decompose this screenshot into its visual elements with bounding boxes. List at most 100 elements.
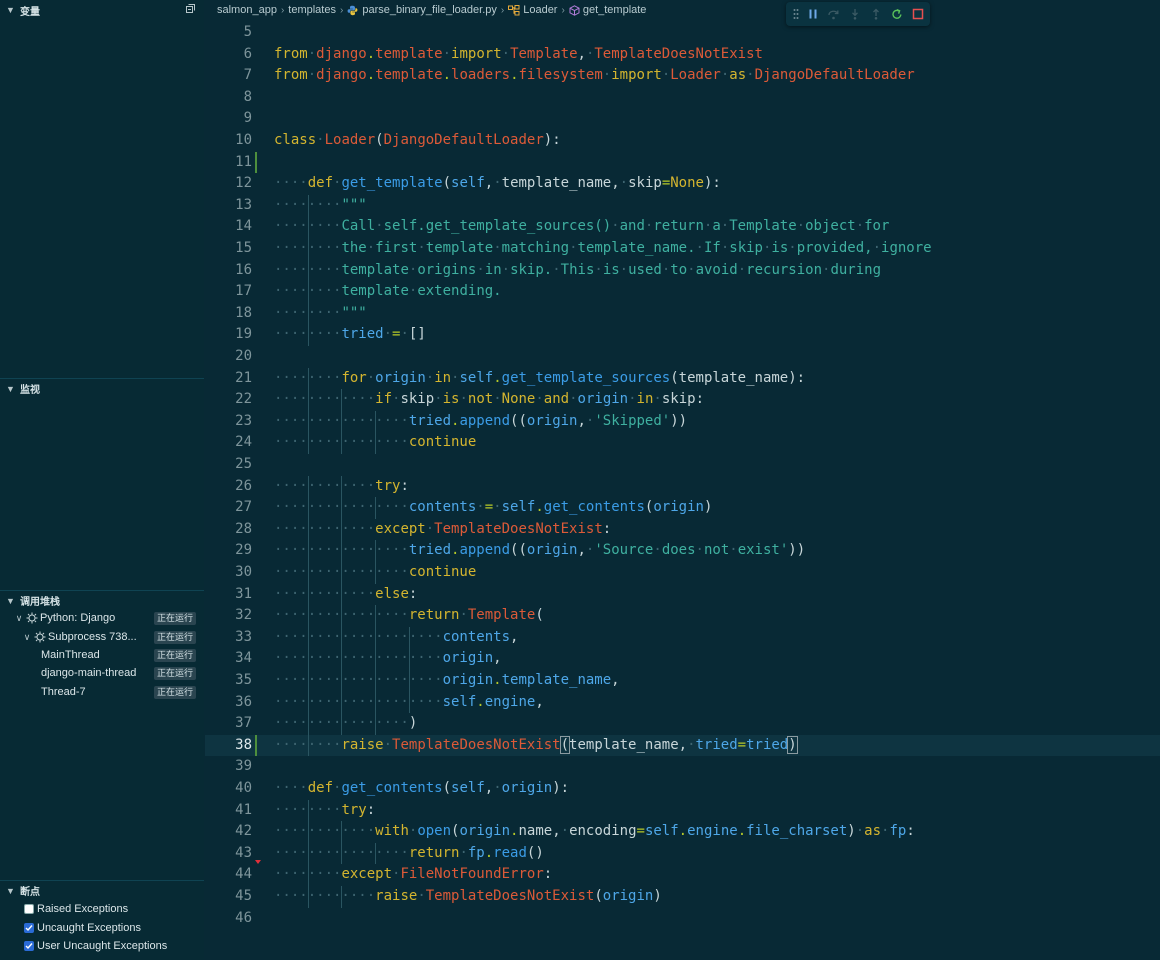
- callstack-item-session[interactable]: ∨ Python: Django 正在运行: [0, 609, 204, 627]
- line-number[interactable]: 8: [205, 87, 252, 109]
- code-line[interactable]: 37 ················): [205, 713, 1160, 735]
- code-line[interactable]: 18 ········""": [205, 302, 1160, 325]
- code-line[interactable]: 13 ········""": [205, 194, 1160, 217]
- line-number[interactable]: 12: [205, 173, 252, 195]
- breakpoint-user-uncaught-exceptions[interactable]: User Uncaught Exceptions: [24, 937, 167, 955]
- code-line[interactable]: 20: [205, 346, 1160, 368]
- line-number[interactable]: 7: [205, 65, 252, 87]
- line-number[interactable]: 25: [205, 454, 252, 476]
- collapse-all-icon[interactable]: [185, 3, 196, 14]
- line-number[interactable]: 32: [205, 605, 252, 627]
- checkbox-unchecked[interactable]: [24, 904, 34, 914]
- line-number[interactable]: 34: [205, 648, 252, 670]
- line-number[interactable]: 45: [205, 886, 252, 908]
- line-number[interactable]: 14: [205, 216, 252, 238]
- code-line[interactable]: 46: [205, 908, 1160, 930]
- line-number[interactable]: 18: [205, 303, 252, 325]
- line-number[interactable]: 6: [205, 44, 252, 66]
- code-line[interactable]: 34 ····················origin,: [205, 648, 1160, 670]
- code-line[interactable]: 45 ············raise·TemplateDoesNotExist…: [205, 886, 1160, 908]
- code-line[interactable]: 28 ············except·TemplateDoesNotExis…: [205, 518, 1160, 541]
- code-line[interactable]: 42 ············with·open(origin.name,·enc…: [205, 821, 1160, 843]
- line-number[interactable]: 46: [205, 908, 252, 930]
- line-number[interactable]: 19: [205, 324, 252, 346]
- line-number[interactable]: 24: [205, 432, 252, 454]
- line-number[interactable]: 44: [205, 864, 252, 886]
- code-line[interactable]: 9: [205, 108, 1160, 130]
- code-line[interactable]: 41 ········try:: [205, 799, 1160, 822]
- line-number[interactable]: 30: [205, 562, 252, 584]
- line-number[interactable]: 28: [205, 519, 252, 541]
- line-number[interactable]: 39: [205, 756, 252, 778]
- line-number[interactable]: 40: [205, 778, 252, 800]
- line-number[interactable]: 29: [205, 540, 252, 562]
- breakpoint-raised-exceptions[interactable]: Raised Exceptions: [24, 900, 128, 918]
- line-number[interactable]: 41: [205, 800, 252, 822]
- line-number[interactable]: 22: [205, 389, 252, 411]
- variables-section-header[interactable]: ▼ 变量: [0, 0, 204, 20]
- code-line[interactable]: 36 ····················self.engine,: [205, 691, 1160, 714]
- line-number[interactable]: 26: [205, 476, 252, 498]
- code-line[interactable]: 27 ················contents·=·self.get_co…: [205, 497, 1160, 519]
- code-line[interactable]: 5: [205, 22, 1160, 44]
- breakpoint-uncaught-exceptions[interactable]: Uncaught Exceptions: [24, 919, 141, 937]
- code-line[interactable]: 11: [205, 151, 1160, 174]
- code-line[interactable]: 44 ········except·FileNotFoundError:: [205, 860, 1160, 886]
- code-line[interactable]: 33 ····················contents,: [205, 626, 1160, 649]
- breadcrumb-file[interactable]: parse_binary_file_loader.py: [362, 4, 497, 16]
- line-number[interactable]: 10: [205, 130, 252, 152]
- code-line[interactable]: 17 ········template·extending.: [205, 281, 1160, 303]
- code-line[interactable]: 31 ············else:: [205, 583, 1160, 606]
- code-line[interactable]: 25: [205, 454, 1160, 476]
- code-line[interactable]: 19 ········tried·=·[]: [205, 324, 1160, 346]
- code-line[interactable]: 6 from·django.template·import·Template,·T…: [205, 44, 1160, 66]
- code-line[interactable]: 32 ················return·Template(: [205, 605, 1160, 627]
- code-line[interactable]: 23 ················tried.append((origin,·…: [205, 410, 1160, 433]
- breakpoints-section-header[interactable]: ▼ 断点: [0, 880, 204, 900]
- watch-section-header[interactable]: ▼ 监视: [0, 378, 204, 398]
- callstack-item-django-main-thread[interactable]: django-main-thread 正在运行: [0, 664, 204, 682]
- line-number[interactable]: 42: [205, 821, 252, 843]
- code-line[interactable]: 22 ············if·skip·is·not·None·and·or…: [205, 389, 1160, 411]
- code-line[interactable]: 30 ················continue: [205, 562, 1160, 584]
- breadcrumb-folder-salmon-app[interactable]: salmon_app: [217, 4, 277, 16]
- code-line[interactable]: 21 ········for·origin·in·self.get_templat…: [205, 367, 1160, 390]
- code-line[interactable]: 15 ········the·first·template·matching·te…: [205, 238, 1160, 260]
- line-number[interactable]: 21: [205, 368, 252, 390]
- code-line[interactable]: 7 from·django.template.loaders.filesystem…: [205, 65, 1160, 87]
- line-number[interactable]: 38: [205, 735, 252, 757]
- line-number[interactable]: 9: [205, 108, 252, 130]
- code-line[interactable]: 16 ········template·origins·in·skip.·This…: [205, 259, 1160, 282]
- code-line[interactable]: 8: [205, 87, 1160, 109]
- checkbox-checked[interactable]: [24, 923, 34, 933]
- breadcrumb-class-loader[interactable]: Loader: [523, 4, 557, 16]
- code-line[interactable]: 29 ················tried.append((origin,·…: [205, 540, 1160, 562]
- line-number[interactable]: 27: [205, 497, 252, 519]
- code-line[interactable]: 35 ····················origin.template_na…: [205, 670, 1160, 692]
- code-line[interactable]: 14 ········Call·self.get_template_sources…: [205, 216, 1160, 238]
- line-number[interactable]: 5: [205, 22, 252, 44]
- breadcrumb-method-get-template[interactable]: get_template: [583, 4, 647, 16]
- line-number[interactable]: 20: [205, 346, 252, 368]
- line-number[interactable]: 16: [205, 260, 252, 282]
- line-number[interactable]: 43: [205, 843, 252, 865]
- line-number[interactable]: 37: [205, 713, 252, 735]
- line-number[interactable]: 15: [205, 238, 252, 260]
- line-number[interactable]: 35: [205, 670, 252, 692]
- callstack-item-mainthread[interactable]: MainThread 正在运行: [0, 646, 204, 664]
- line-number[interactable]: 36: [205, 692, 252, 714]
- breadcrumb-folder-templates[interactable]: templates: [288, 4, 336, 16]
- code-editor[interactable]: 5 6 from·django.template·import·Template,·…: [205, 22, 1160, 960]
- callstack-section-header[interactable]: ▼ 调用堆栈: [0, 590, 204, 610]
- checkbox-checked[interactable]: [24, 941, 34, 951]
- code-line[interactable]: 39: [205, 756, 1160, 778]
- code-line[interactable]: 40 ····def·get_contents(self,·origin):: [205, 778, 1160, 800]
- line-number[interactable]: 17: [205, 281, 252, 303]
- code-line[interactable]: 12 ····def·get_template(self,·template_na…: [205, 173, 1160, 195]
- line-number[interactable]: 31: [205, 584, 252, 606]
- callstack-item-subprocess[interactable]: ∨ Subprocess 738... 正在运行: [0, 628, 204, 646]
- callstack-item-thread-7[interactable]: Thread-7 正在运行: [0, 683, 204, 701]
- line-number[interactable]: 11: [205, 152, 252, 174]
- line-number[interactable]: 13: [205, 195, 252, 217]
- code-line[interactable]: 43 ················return·fp.read(): [205, 842, 1160, 865]
